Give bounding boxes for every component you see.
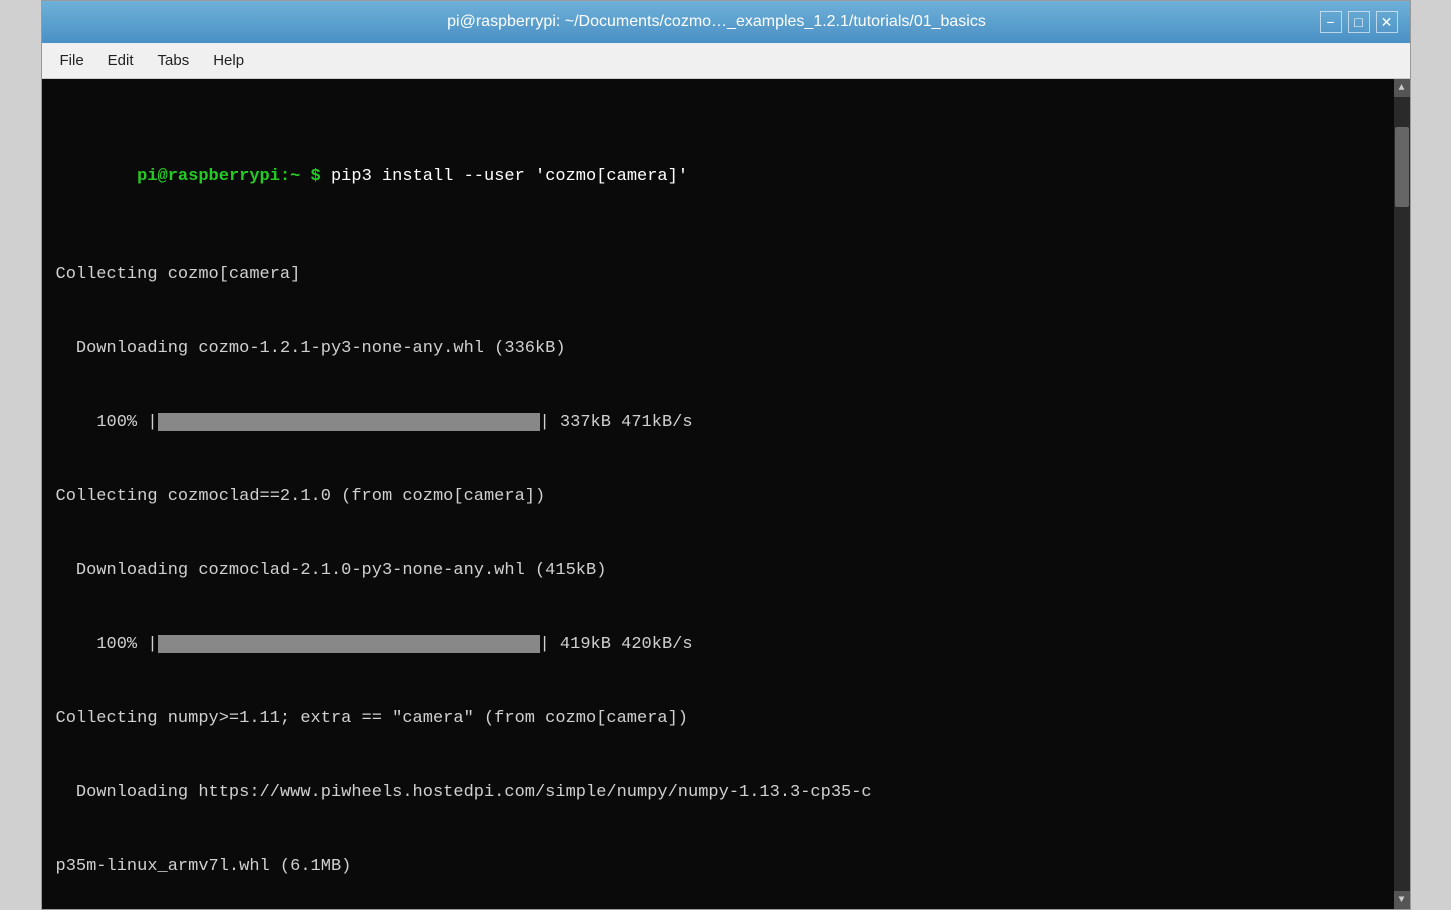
window-controls: − □ ✕ bbox=[1320, 11, 1398, 33]
terminal-output: pi@raspberrypi:~ $ pip3 install --user '… bbox=[56, 91, 1396, 909]
prompt-user: pi@raspberrypi:~ $ bbox=[137, 167, 321, 186]
output-line-3: Collecting cozmoclad==2.1.0 (from cozmo[… bbox=[56, 485, 1396, 510]
output-line-7: p35m-linux_armv7l.whl (6.1MB) bbox=[56, 855, 1396, 880]
output-line-1: Collecting cozmo[camera] bbox=[56, 263, 1396, 288]
scrollbar[interactable]: ▲ ▼ bbox=[1394, 79, 1410, 909]
output-line-2: Downloading cozmo-1.2.1-py3-none-any.whl… bbox=[56, 337, 1396, 362]
scrollbar-thumb[interactable] bbox=[1395, 127, 1409, 207]
maximize-button[interactable]: □ bbox=[1348, 11, 1370, 33]
menu-edit[interactable]: Edit bbox=[98, 48, 144, 73]
scroll-down-button[interactable]: ▼ bbox=[1394, 891, 1410, 909]
menu-tabs[interactable]: Tabs bbox=[148, 48, 200, 73]
menu-file[interactable]: File bbox=[50, 48, 94, 73]
output-line-6: Downloading https://www.piwheels.hostedp… bbox=[56, 781, 1396, 806]
scrollbar-track[interactable] bbox=[1394, 97, 1410, 891]
close-button[interactable]: ✕ bbox=[1376, 11, 1398, 33]
menu-bar: File Edit Tabs Help bbox=[42, 43, 1410, 79]
terminal-window: pi@raspberrypi: ~/Documents/cozmo…_examp… bbox=[41, 0, 1411, 910]
progress-line-1: 100% || 337kB 471kB/s bbox=[56, 411, 1396, 436]
output-line-5: Collecting numpy>=1.11; extra == "camera… bbox=[56, 707, 1396, 732]
output-line-4: Downloading cozmoclad-2.1.0-py3-none-any… bbox=[56, 559, 1396, 584]
progress-line-2: 100% || 419kB 420kB/s bbox=[56, 633, 1396, 658]
window-title: pi@raspberrypi: ~/Documents/cozmo…_examp… bbox=[114, 13, 1320, 31]
command-text: pip3 install --user 'cozmo[camera]' bbox=[321, 167, 688, 186]
terminal-area[interactable]: pi@raspberrypi:~ $ pip3 install --user '… bbox=[42, 79, 1410, 909]
scroll-up-button[interactable]: ▲ bbox=[1394, 79, 1410, 97]
title-bar: pi@raspberrypi: ~/Documents/cozmo…_examp… bbox=[42, 1, 1410, 43]
menu-help[interactable]: Help bbox=[203, 48, 254, 73]
minimize-button[interactable]: − bbox=[1320, 11, 1342, 33]
